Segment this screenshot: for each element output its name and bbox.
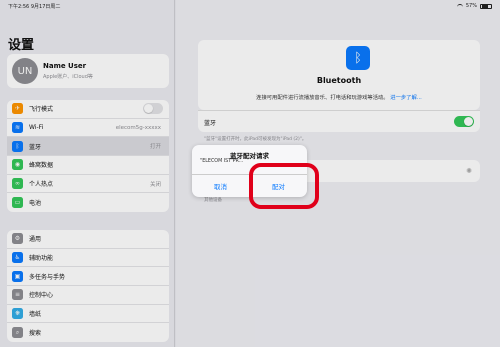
dialog-message: "ELECOM IST PR... <box>200 159 244 164</box>
cancel-button[interactable]: 取消 <box>192 174 249 197</box>
pair-button-highlight <box>249 163 319 209</box>
